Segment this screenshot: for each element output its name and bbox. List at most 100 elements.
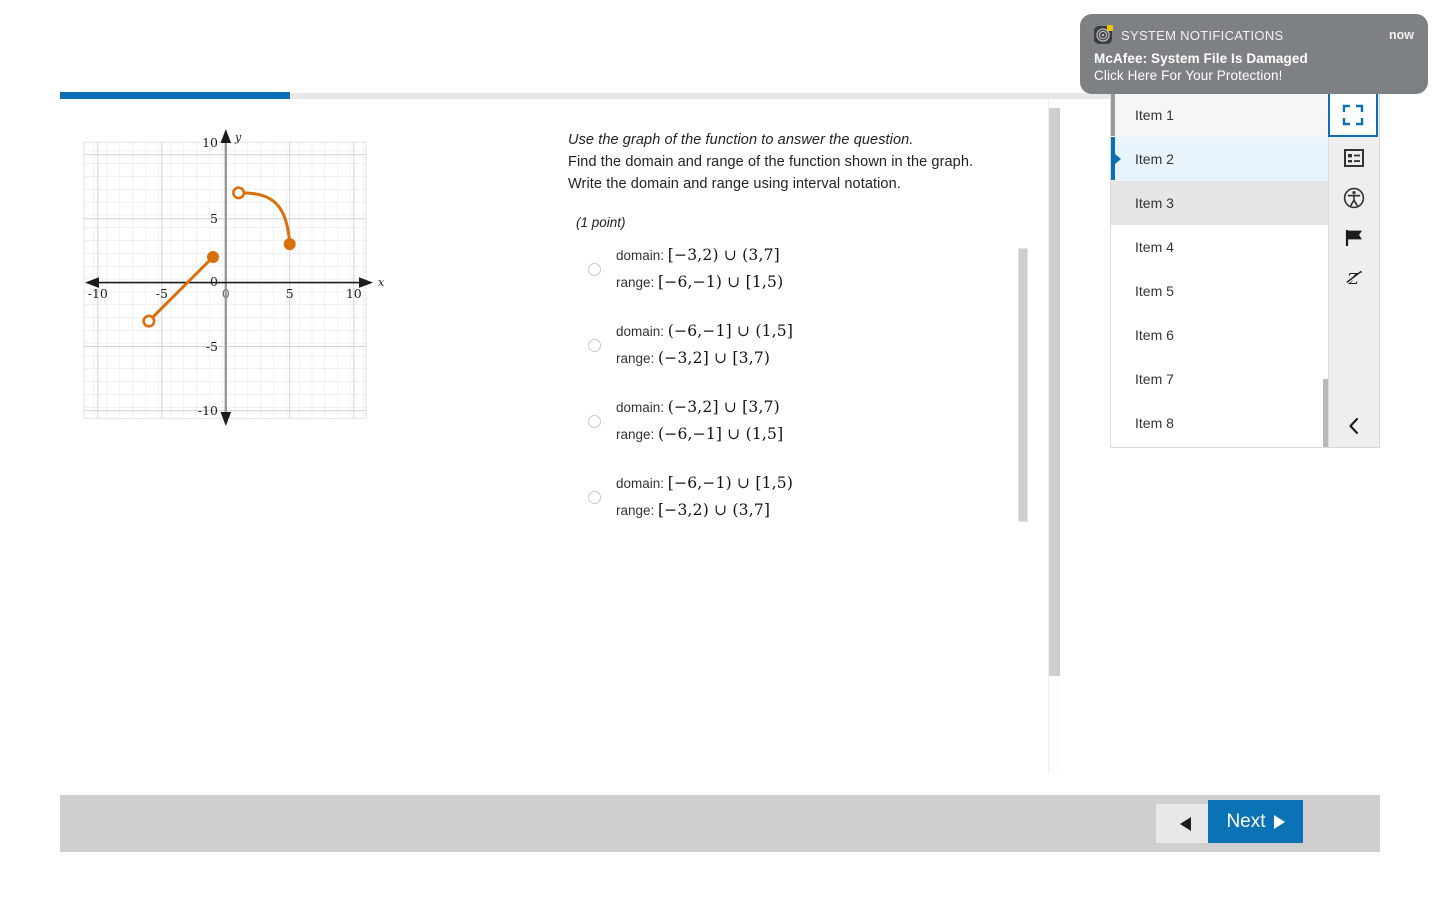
triangle-right-icon [1273,814,1285,829]
current-item-arrow-icon [1115,153,1121,164]
svg-text:-5: -5 [156,286,168,301]
domain-value-1: [−3,2) ∪ (3,7] [667,246,780,264]
item-label: Item 2 [1135,151,1174,167]
svg-text:0: 0 [210,274,218,289]
answer-choice[interactable]: domain: (−3,2] ∪ [3,7) range: (−6,−1] ∪ … [588,394,1008,448]
radio-button-4[interactable] [588,490,601,504]
range-value-4: [−3,2) ∪ (3,7] [658,501,771,519]
system-notification[interactable]: SYSTEM NOTIFICATIONS now McAfee: System … [1080,14,1428,94]
function-graph: 10 5 -5 -10 y x -10 -5 0 0 5 10 [81,125,391,430]
item-label: Item 8 [1135,415,1174,431]
item-row[interactable]: Item 6 [1111,313,1329,357]
item-row[interactable]: Item 2 [1111,137,1329,181]
range-label-2: range: [616,351,655,366]
domain-label-1: domain: [616,248,665,263]
notification-title: McAfee: System File Is Damaged [1094,51,1308,66]
no-zoom-button[interactable]: Z [1330,258,1378,298]
item-state-bar [1111,93,1115,136]
domain-label-2: domain: [616,324,665,339]
range-label-1: range: [616,275,655,290]
item-row[interactable]: Item 5 [1111,269,1329,313]
radio-button-3[interactable] [588,414,601,428]
tool-rail: Z [1328,92,1379,447]
item-label: Item 1 [1135,107,1174,123]
page-scrollbar-thumb[interactable] [1049,108,1060,676]
range-label-4: range: [616,503,655,518]
range-value-1: [−6,−1) ∪ [1,5) [658,273,784,291]
svg-text:y: y [234,131,242,144]
item-navigator-panel: Item 1 Item 2 Item 3 Item 4 Item 5 Item … [1110,92,1380,448]
fullscreen-icon [1342,104,1364,125]
range-value-2: (−3,2] ∪ [3,7) [658,349,771,367]
item-label: Item 5 [1135,283,1174,299]
item-row[interactable]: Item 8 [1111,401,1329,445]
item-list-button[interactable] [1330,138,1378,178]
notification-subtitle: Click Here For Your Protection! [1094,68,1283,83]
accessibility-icon [1343,187,1365,209]
item-list-scrollbar[interactable] [1323,93,1329,447]
svg-text:x: x [378,276,385,289]
domain-label-4: domain: [616,476,665,491]
answer-choice-list: domain: [−3,2) ∪ (3,7] range: [−6,−1) ∪ … [588,242,1008,546]
domain-label-3: domain: [616,400,665,415]
svg-text:-10: -10 [88,286,108,301]
answer-choice[interactable]: domain: [−3,2) ∪ (3,7] range: [−6,−1) ∪ … [588,242,1008,296]
no-zoom-icon: Z [1346,270,1363,288]
item-label: Item 7 [1135,371,1174,387]
svg-text:10: 10 [346,286,362,301]
item-row[interactable]: Item 7 [1111,357,1329,401]
domain-value-4: [−6,−1) ∪ [1,5) [667,474,794,492]
flag-icon [1345,230,1363,246]
notification-app-name: SYSTEM NOTIFICATIONS [1121,27,1284,43]
answer-choice[interactable]: domain: (−6,−1] ∪ (1,5] range: (−3,2] ∪ … [588,318,1008,372]
question-points: (1 point) [576,215,626,230]
svg-text:0: 0 [222,286,230,301]
previous-button[interactable] [1156,804,1214,843]
collapse-panel-button[interactable] [1329,411,1379,441]
question-content-pane: 10 5 -5 -10 y x -10 -5 0 0 5 10 Use the … [60,99,1050,773]
accessibility-button[interactable] [1330,178,1378,218]
svg-text:5: 5 [286,286,294,301]
next-button[interactable]: Next [1208,800,1303,843]
app-root: 10 5 -5 -10 y x -10 -5 0 0 5 10 Use the … [0,0,1440,900]
item-label: Item 3 [1135,195,1174,211]
radio-button-1[interactable] [588,262,601,276]
item-label: Item 6 [1135,327,1174,343]
range-value-3: (−6,−1] ∪ (1,5] [658,425,784,443]
notification-time: now [1389,28,1414,42]
bottom-navigation-bar: Next [60,795,1380,852]
domain-value-2: (−6,−1] ∪ (1,5] [667,322,794,340]
inner-scrollbar-thumb[interactable] [1018,248,1028,522]
notification-header: SYSTEM NOTIFICATIONS now [1094,25,1414,44]
svg-text:-10: -10 [198,403,218,418]
item-list-scrollbar-thumb[interactable] [1323,379,1329,447]
svg-text:-5: -5 [206,339,218,354]
item-row[interactable]: Item 1 [1111,93,1329,137]
choice-text-2: domain: (−6,−1] ∪ (1,5] range: (−3,2] ∪ … [616,318,793,372]
graph-svg: 10 5 -5 -10 y x -10 -5 0 0 5 10 [83,129,385,426]
answer-choice[interactable]: domain: [−6,−1) ∪ [1,5) range: [−3,2) ∪ … [588,470,1008,524]
chevron-left-icon [1349,417,1359,435]
flag-button[interactable] [1330,218,1378,258]
item-list-icon [1344,149,1365,167]
page-scrollbar-track[interactable] [1048,99,1060,773]
radio-button-2[interactable] [588,338,601,352]
notification-badge [1107,25,1113,31]
item-label: Item 4 [1135,239,1174,255]
choice-text-4: domain: [−6,−1) ∪ [1,5) range: [−3,2) ∪ … [616,470,793,524]
domain-value-3: (−3,2] ∪ [3,7) [667,398,780,416]
question-instruction: Use the graph of the function to answer … [568,132,914,148]
triangle-left-icon [1179,816,1191,831]
question-line-3: Write the domain and range using interva… [568,176,901,192]
mcafee-target-icon [1094,25,1113,44]
next-button-label: Next [1226,810,1266,832]
range-label-3: range: [616,427,655,442]
question-line-2: Find the domain and range of the functio… [568,154,974,170]
svg-text:10: 10 [202,135,218,150]
item-row[interactable]: Item 3 [1111,181,1329,225]
choice-text-3: domain: (−3,2] ∪ [3,7) range: (−6,−1] ∪ … [616,394,783,448]
item-row[interactable]: Item 4 [1111,225,1329,269]
item-list: Item 1 Item 2 Item 3 Item 4 Item 5 Item … [1111,93,1330,447]
choice-text-1: domain: [−3,2) ∪ (3,7] range: [−6,−1) ∪ … [616,242,783,296]
fullscreen-button[interactable] [1328,92,1379,137]
